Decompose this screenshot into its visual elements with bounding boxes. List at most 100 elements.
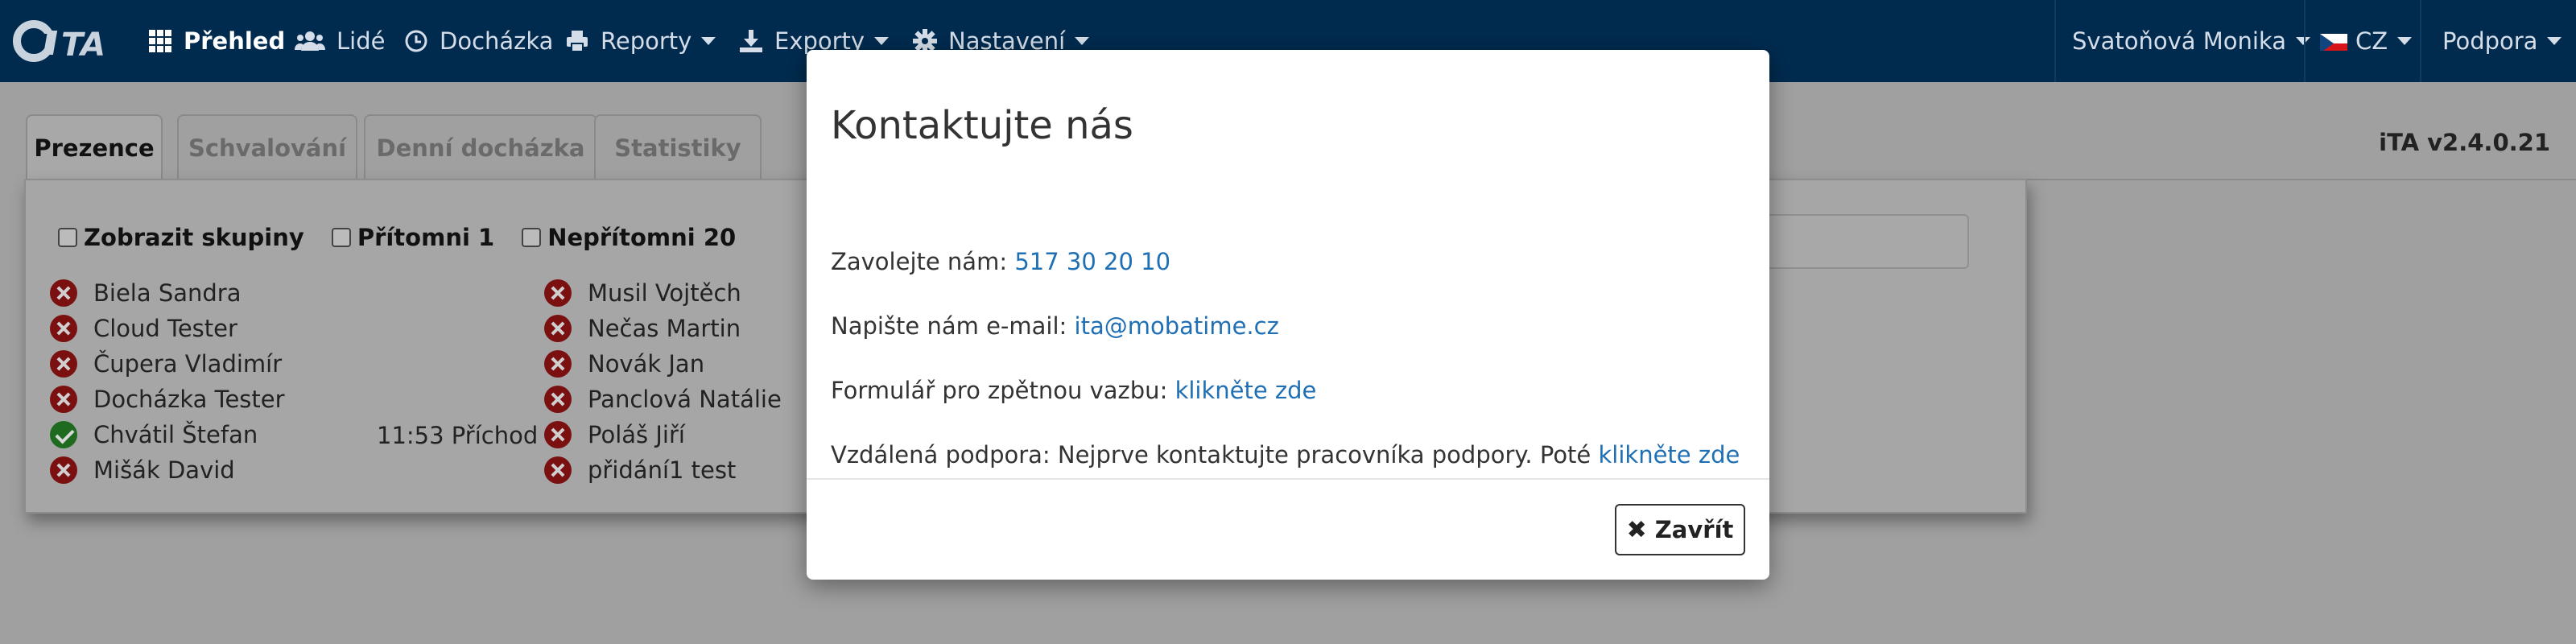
tab-statistiky[interactable]: Statistiky: [594, 114, 762, 180]
nav-label: Reporty: [601, 27, 692, 55]
chevron-down-icon: [701, 37, 716, 45]
chevron-down-icon: [2547, 37, 2562, 45]
person-row[interactable]: Cloud Tester: [50, 311, 237, 346]
checkbox-icon[interactable]: [58, 228, 77, 247]
printer-icon: [565, 29, 589, 53]
nav-divider: [2054, 0, 2056, 82]
app-version: iTA v2.4.0.21: [2379, 129, 2550, 156]
users-icon: [295, 29, 325, 53]
nav-prehled[interactable]: Přehled: [148, 0, 285, 82]
clock-icon: [404, 29, 428, 53]
checkbox-label: Nepřítomni 20: [547, 224, 737, 251]
email-line: Napište nám e-mail: ita@mobatime.cz: [831, 312, 1279, 340]
person-name: přidání1 test: [588, 456, 737, 484]
support-menu[interactable]: Podpora: [2442, 0, 2562, 82]
chevron-down-icon: [2397, 37, 2413, 45]
checkbox-icon[interactable]: [522, 228, 542, 247]
person-name: Novák Jan: [588, 350, 705, 378]
absent-status-icon: [50, 315, 77, 342]
tab-label: Statistiky: [614, 134, 741, 162]
feedback-link[interactable]: klikněte zde: [1175, 377, 1317, 404]
present-status-icon: [50, 421, 77, 448]
absent-status-icon: [544, 279, 572, 307]
feedback-line: Formulář pro zpětnou vazbu: klikněte zde: [831, 377, 1316, 404]
language-code: CZ: [2355, 27, 2388, 55]
remote-support-line: Vzdálená podpora: Nejprve kontaktujte pr…: [831, 441, 1740, 469]
absent-checkbox[interactable]: Nepřítomni 20: [522, 224, 736, 251]
person-row[interactable]: Poláš Jiří: [544, 417, 685, 452]
tab-denni-dochazka[interactable]: Denní docházka: [364, 114, 597, 180]
absent-status-icon: [544, 456, 572, 484]
tab-label: Schvalování: [188, 134, 347, 162]
person-row[interactable]: Čupera Vladimír: [50, 346, 282, 382]
absent-status-icon: [50, 456, 77, 484]
checkbox-label: Zobrazit skupiny: [84, 224, 304, 251]
absent-status-icon: [50, 386, 77, 413]
czech-flag-icon: [2320, 31, 2347, 51]
arrival-time: 11:53 Příchod: [377, 422, 539, 449]
person-row[interactable]: Nečas Martin: [544, 311, 741, 346]
person-name: Nečas Martin: [588, 315, 741, 342]
phone-label: Zavolejte nám:: [831, 248, 1015, 275]
absent-status-icon: [544, 386, 572, 413]
modal-title: Kontaktujte nás: [831, 103, 1133, 148]
person-name: Docházka Tester: [93, 386, 285, 413]
language-menu[interactable]: CZ: [2320, 0, 2413, 82]
nav-dochazka[interactable]: Docházka: [404, 0, 553, 82]
search-input[interactable]: [1739, 214, 1969, 269]
person-name: Musil Vojtěch: [588, 279, 741, 307]
person-name: Čupera Vladimír: [93, 350, 283, 378]
phone-line: Zavolejte nám: 517 30 20 10: [831, 248, 1170, 275]
present-checkbox[interactable]: Přítomni 1: [331, 224, 495, 251]
nav-label: Docházka: [440, 27, 554, 55]
person-row[interactable]: Biela Sandra: [50, 275, 242, 311]
show-groups-checkbox[interactable]: Zobrazit skupiny: [58, 224, 304, 251]
person-name: Biela Sandra: [93, 279, 242, 307]
chevron-down-icon: [874, 37, 890, 45]
ita-logo[interactable]: TA: [13, 18, 122, 64]
tab-label: Prezence: [34, 134, 155, 162]
user-menu[interactable]: Svatoňová Monika: [2072, 0, 2310, 82]
email-label: Napište nám e-mail:: [831, 312, 1075, 340]
person-row[interactable]: Mišák David: [50, 452, 235, 488]
filter-bar: Zobrazit skupiny Přítomni 1 Nepřítomni 2…: [58, 224, 763, 251]
person-row[interactable]: Docházka Tester: [50, 382, 285, 417]
person-name: Poláš Jiří: [588, 421, 685, 448]
tab-schvalovani[interactable]: Schvalování: [177, 114, 357, 180]
absent-status-icon: [50, 279, 77, 307]
absent-status-icon: [544, 421, 572, 448]
tab-prezence[interactable]: Prezence: [26, 114, 163, 180]
download-icon: [739, 29, 763, 53]
contact-modal: Kontaktujte nás Zavolejte nám: 517 30 20…: [807, 50, 1769, 580]
nav-lide[interactable]: Lidé: [295, 0, 385, 82]
remote-support-link[interactable]: klikněte zde: [1599, 441, 1740, 469]
close-icon: ✖: [1626, 515, 1647, 544]
chevron-down-icon: [2295, 37, 2310, 45]
nav-label: Lidé: [336, 27, 386, 55]
person-row[interactable]: přidání1 test: [544, 452, 736, 488]
person-name: Mišák David: [93, 456, 235, 484]
nav-reporty[interactable]: Reporty: [565, 0, 716, 82]
person-row[interactable]: Panclová Natálie: [544, 382, 782, 417]
absent-status-icon: [50, 350, 77, 378]
person-name: Cloud Tester: [93, 315, 237, 342]
modal-footer-divider: [807, 478, 1769, 480]
person-name: Panclová Natálie: [588, 386, 782, 413]
person-row[interactable]: Novák Jan: [544, 346, 704, 382]
nav-divider: [2304, 0, 2306, 82]
phone-link[interactable]: 517 30 20 10: [1014, 248, 1170, 275]
absent-status-icon: [544, 350, 572, 378]
grid-icon: [148, 29, 172, 53]
email-link[interactable]: ita@mobatime.cz: [1075, 312, 1279, 340]
checkbox-label: Přítomni 1: [357, 224, 495, 251]
checkbox-icon[interactable]: [331, 228, 351, 247]
remote-label: Vzdálená podpora: Nejprve kontaktujte pr…: [831, 441, 1599, 469]
close-button[interactable]: ✖ Zavřít: [1615, 504, 1745, 555]
support-label: Podpora: [2442, 27, 2538, 55]
feedback-label: Formulář pro zpětnou vazbu:: [831, 377, 1175, 404]
person-name: Chvátil Štefan: [93, 421, 258, 448]
person-row[interactable]: Chvátil Štefan: [50, 417, 258, 452]
person-row[interactable]: Musil Vojtěch: [544, 275, 741, 311]
absent-status-icon: [544, 315, 572, 342]
tab-label: Denní docházka: [376, 134, 585, 162]
